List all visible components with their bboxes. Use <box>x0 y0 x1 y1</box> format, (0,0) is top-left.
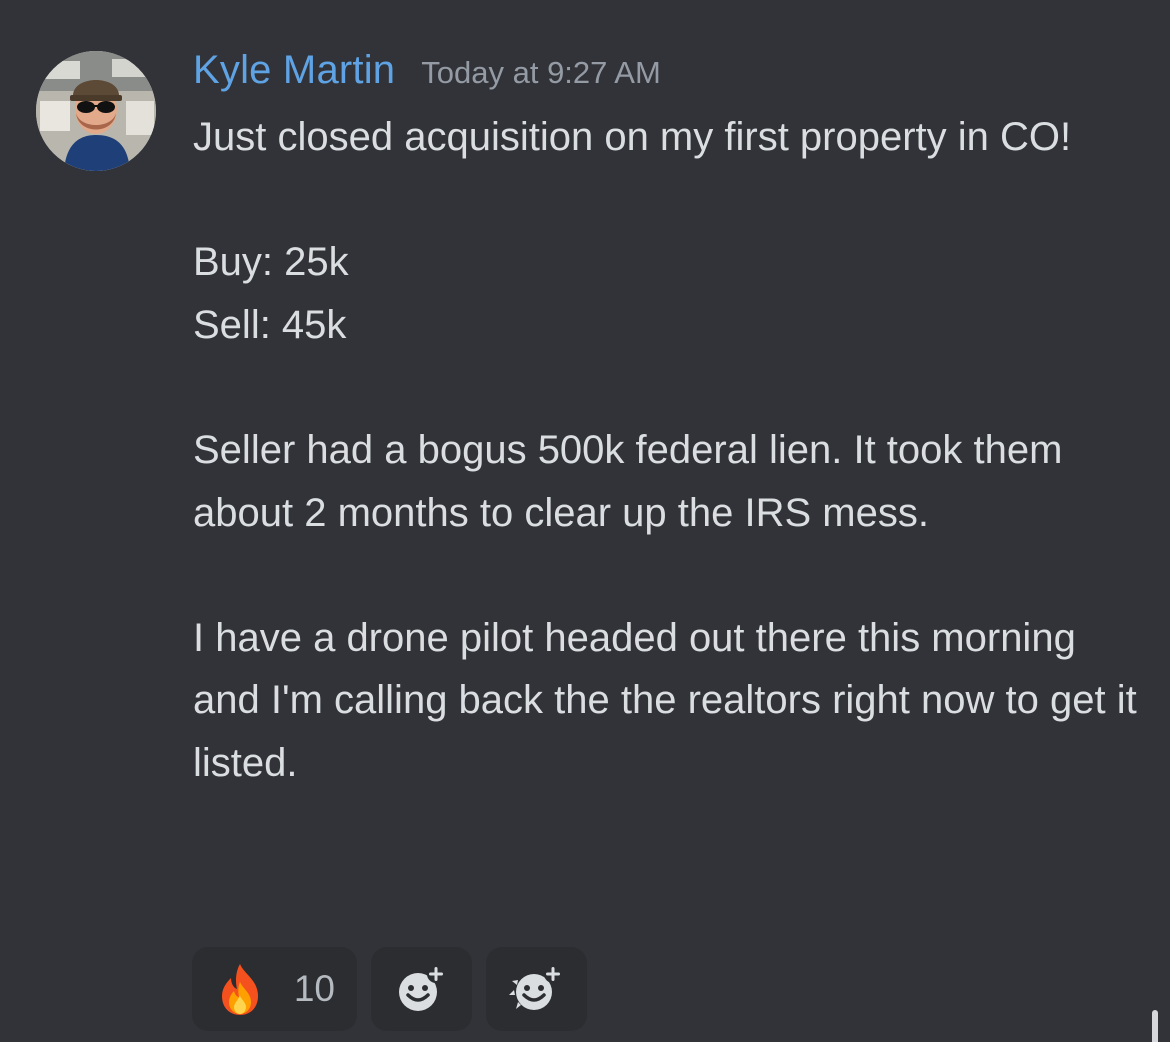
add-super-reaction-icon <box>508 965 562 1010</box>
message-timestamp: Today at 9:27 AM <box>421 55 661 90</box>
chat-message: Kyle Martin Today at 9:27 AM Just closed… <box>0 0 1170 1042</box>
message-paragraph-spacer <box>193 169 1143 232</box>
reactions-bar: 10 <box>192 947 587 1031</box>
message-header: Kyle Martin Today at 9:27 AM <box>193 48 661 100</box>
message-paragraph: Buy: 25k Sell: 45k <box>193 240 349 347</box>
message-paragraph: Just closed acquisition on my first prop… <box>193 115 1072 159</box>
avatar-photo-icon <box>36 51 156 171</box>
reaction-fire[interactable]: 10 <box>192 947 357 1031</box>
add-super-reaction-button[interactable] <box>486 947 587 1031</box>
fire-emoji-icon <box>222 964 258 1015</box>
reaction-count: 10 <box>293 968 335 1009</box>
add-reaction-button[interactable] <box>371 947 472 1031</box>
message-paragraph-spacer <box>193 544 1143 607</box>
add-reaction-icon <box>398 965 445 1011</box>
message-paragraph: I have a drone pilot headed out there th… <box>193 615 1148 785</box>
author-avatar[interactable] <box>36 51 156 171</box>
message-paragraph: Seller had a bogus 500k federal lien. It… <box>193 427 1074 535</box>
message-paragraph-spacer <box>193 356 1143 419</box>
scrollbar-thumb[interactable] <box>1152 1010 1158 1042</box>
message-content: Just closed acquisition on my first prop… <box>193 106 1143 795</box>
author-name[interactable]: Kyle Martin <box>193 48 395 93</box>
